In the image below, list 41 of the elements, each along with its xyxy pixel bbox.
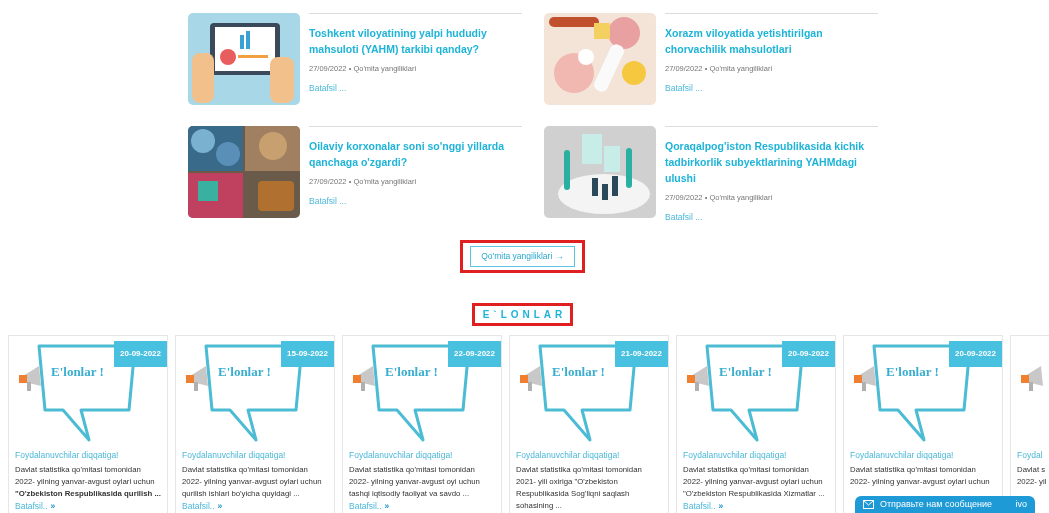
- announcement-category[interactable]: Foydalanuvchilar diqqatiga!: [850, 448, 996, 461]
- news-archive-button[interactable]: Qo'mita yangiliklari →: [470, 246, 575, 267]
- date-badge: 20-09-2022: [782, 340, 835, 367]
- banner-text: E'lonlar !: [218, 362, 271, 381]
- double-chevron-icon: »: [217, 499, 223, 512]
- banner-text: E'lonlar !: [385, 362, 438, 381]
- chat-brand: ivo: [1015, 497, 1027, 511]
- date-badge: 22-09-2022: [448, 340, 501, 367]
- more-link[interactable]: Batafsil ...: [665, 211, 878, 224]
- date-badge: 15-09-2022: [281, 340, 334, 367]
- announcement-category[interactable]: Foydalanuvchilar diqqatiga!: [15, 448, 161, 461]
- news-title[interactable]: Xorazm viloyatida yetishtirilgan chorvachilik mahsulotlari: [665, 25, 878, 57]
- news-title[interactable]: Oilaviy korxonalar soni so'nggi yillarda qanchaga o'zgardi?: [309, 138, 522, 170]
- date-badge: 21-09-2022: [615, 340, 668, 367]
- chat-widget[interactable]: Отправьте нам сообщение ivo: [855, 496, 1035, 513]
- announcement-category[interactable]: Foydal: [1017, 448, 1049, 461]
- double-chevron-icon: »: [50, 499, 56, 512]
- envelope-icon: [863, 500, 874, 509]
- more-link[interactable]: Batafsil.. »: [349, 499, 495, 512]
- news-title[interactable]: Qoraqalpog'iston Respublikasida kichik tadbirkorlik subyektlarining YAHMdagi ulushi: [665, 138, 878, 186]
- banner-text: E'lonlar !: [51, 362, 104, 381]
- banner-text: E'lonlar !: [719, 362, 772, 381]
- more-link[interactable]: Batafsil.. »: [15, 499, 161, 512]
- more-link[interactable]: Batafsil.. »: [683, 499, 829, 512]
- double-chevron-icon: »: [718, 499, 724, 512]
- more-link[interactable]: Batafsil ...: [309, 82, 522, 95]
- announcement-category[interactable]: Foydalanuvchilar diqqatiga!: [349, 448, 495, 461]
- news-title[interactable]: Toshkent viloyatining yalpi hududiy mahsuloti (YAHM) tarkibi qanday?: [309, 25, 522, 57]
- more-link[interactable]: Batafsil.. »: [182, 499, 328, 512]
- announcement-category[interactable]: Foydalanuvchilar diqqatiga!: [683, 448, 829, 461]
- date-badge: 20-09-2022: [114, 340, 167, 367]
- more-link[interactable]: Batafsil ...: [309, 195, 522, 208]
- date-badge: 20-09-2022: [949, 340, 1002, 367]
- double-chevron-icon: »: [384, 499, 390, 512]
- announcement-category[interactable]: Foydalanuvchilar diqqatiga!: [516, 448, 662, 461]
- more-link[interactable]: Batafsil ...: [665, 82, 878, 95]
- banner-text: E'lonlar !: [552, 362, 605, 381]
- section-title: E`LONLAR: [471, 302, 574, 326]
- banner-text: E'lonlar !: [886, 362, 939, 381]
- arrow-icon: →: [555, 250, 564, 263]
- announcement-category[interactable]: Foydalanuvchilar diqqatiga!: [182, 448, 328, 461]
